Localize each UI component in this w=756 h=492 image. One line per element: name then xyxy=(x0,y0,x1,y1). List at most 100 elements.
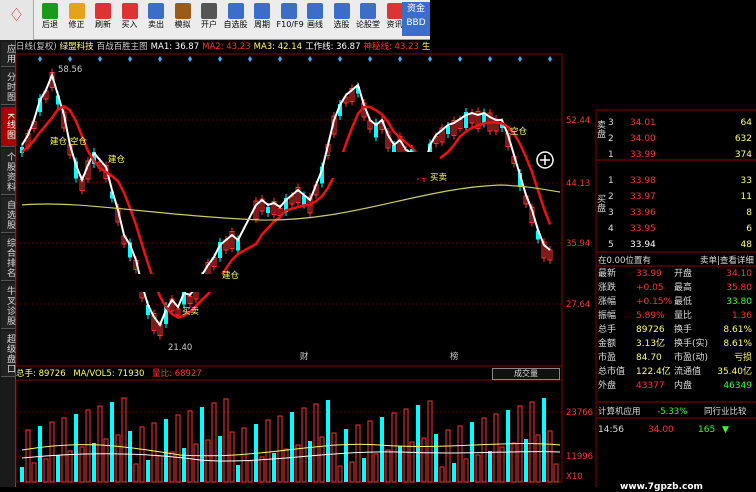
stat-r: 最低 xyxy=(674,297,693,307)
order-book-row[interactable]: 1 33.99 374 xyxy=(596,148,756,163)
volume-bar xyxy=(151,422,157,483)
volume-bar xyxy=(175,414,181,483)
volume-type-button[interactable]: 成交量 xyxy=(492,368,560,380)
volume-bar xyxy=(236,465,240,482)
stat-l: 振幅 xyxy=(598,311,617,321)
industry-footer: 计算机应用 -5.33% 同行业比较 xyxy=(598,405,756,417)
stat-rv: 8.61% xyxy=(723,339,752,349)
stat-lv: +0.15% xyxy=(636,297,673,307)
order-vol: 11 xyxy=(740,192,752,202)
volume-bar xyxy=(110,402,114,482)
volume-bar xyxy=(529,401,535,483)
order-vol: 8 xyxy=(746,208,752,218)
industry-compare-link[interactable]: 同行业比较 xyxy=(704,407,747,417)
diamond-marker xyxy=(338,56,342,62)
volume-bar xyxy=(439,466,445,483)
diamond-marker xyxy=(458,56,462,62)
volume-title: 总手: 89726 xyxy=(16,369,66,379)
order-book-row[interactable]: 3 34.01 64 xyxy=(596,116,756,131)
stat-lv: 43377 xyxy=(636,381,665,391)
volume-bar xyxy=(31,462,37,483)
volume-bar xyxy=(97,405,103,483)
stat-lv: +0.05 xyxy=(636,283,664,293)
order-vol: 374 xyxy=(734,150,752,160)
diamond-marker xyxy=(278,56,282,62)
stat-l: 金额 xyxy=(598,339,617,349)
order-book-row[interactable]: 3 33.96 8 xyxy=(596,206,756,221)
stat-row: 总市值 122.4亿 流通值 35.40亿 xyxy=(596,366,756,378)
stat-r: 最高 xyxy=(674,283,693,293)
diamond-marker xyxy=(488,56,492,62)
volume-tick-label: 23766 xyxy=(566,408,593,418)
diamond-marker xyxy=(428,56,432,62)
volume-bar xyxy=(463,458,469,483)
stat-lv: 33.99 xyxy=(636,269,662,279)
order-vol: 6 xyxy=(746,224,752,234)
volume-bar xyxy=(475,454,481,483)
diamond-marker xyxy=(158,56,162,62)
stat-l: 最新 xyxy=(598,269,617,279)
volume-bar xyxy=(416,405,420,482)
chart-annotation: 榜 xyxy=(450,351,459,362)
stat-r: 流通值 xyxy=(674,367,702,377)
order-book-row[interactable]: 5 33.94 48 xyxy=(596,238,756,253)
chart-annotation: 建仓 xyxy=(108,154,126,165)
volume-bar xyxy=(20,467,24,482)
volume-bar xyxy=(434,434,438,482)
volume-bar xyxy=(488,451,492,482)
volume-bar xyxy=(38,426,42,482)
volume-bar xyxy=(493,413,499,483)
stat-rv: 35.80 xyxy=(726,283,752,293)
chart-annotation: 财 xyxy=(300,351,309,362)
diamond-marker xyxy=(548,56,552,62)
diamond-marker xyxy=(308,56,312,62)
stat-rv: 1.36 xyxy=(731,311,752,321)
mystery-line xyxy=(21,104,552,320)
order-book-row[interactable]: 1 33.98 33 xyxy=(596,174,756,189)
stat-lv: 89726 xyxy=(636,325,665,335)
volume-bar xyxy=(409,441,415,483)
volume-bar xyxy=(506,410,510,482)
volume-bar xyxy=(362,458,366,482)
stat-row: 金额 3.13亿 换手(实) 8.61% xyxy=(596,338,756,350)
order-vol: 33 xyxy=(740,176,752,186)
price-tick-label: 27.64 xyxy=(566,300,590,310)
volume-bar xyxy=(182,448,186,482)
stat-rv: 亏损 xyxy=(733,353,752,363)
detail-link[interactable]: 卖单|查看详细 xyxy=(700,254,754,266)
order-vol: 64 xyxy=(740,118,752,128)
stat-l: 涨跌 xyxy=(598,283,617,293)
order-vol: 632 xyxy=(734,134,752,144)
chart-annotation: 空仓 xyxy=(510,126,528,137)
volume-bar xyxy=(85,409,91,483)
volume-bar xyxy=(344,429,348,482)
industry-name[interactable]: 计算机应用 xyxy=(598,407,641,417)
volume-bar xyxy=(272,453,276,482)
price-tick-label: 44.13 xyxy=(566,179,590,189)
stat-row: 最新 33.99 开盘 34.10 xyxy=(596,268,756,280)
volume-bar xyxy=(92,443,96,482)
volume-bar xyxy=(290,412,294,482)
order-n: 2 xyxy=(608,134,614,144)
order-book-row[interactable]: 2 33.97 11 xyxy=(596,190,756,205)
life-line xyxy=(21,184,561,221)
stat-rv: 8.61% xyxy=(723,325,752,335)
stat-l: 总手 xyxy=(598,325,617,335)
chart-annotation: 建仓 xyxy=(222,270,240,281)
stat-r: 换手(实) xyxy=(674,339,709,349)
order-n: 5 xyxy=(608,240,614,250)
stat-r: 量比 xyxy=(674,311,693,321)
order-book-row[interactable]: 2 34.00 632 xyxy=(596,132,756,147)
tick-time: 14:56 xyxy=(598,425,624,435)
volume-bar xyxy=(218,436,222,482)
candle-body xyxy=(266,207,270,213)
price-tick-label: 52.44 xyxy=(566,116,590,126)
order-book-row[interactable]: 4 33.95 6 xyxy=(596,222,756,237)
diamond-marker xyxy=(218,56,222,62)
volume-bar xyxy=(542,398,546,482)
stat-row: 振幅 5.89% 量比 1.36 xyxy=(596,310,756,322)
volume-bar xyxy=(61,417,67,483)
chart-annotation: 买卖 xyxy=(430,173,448,183)
volume-bar xyxy=(157,455,163,483)
stat-row: 市盈 84.70 市盈(动) 亏损 xyxy=(596,352,756,364)
